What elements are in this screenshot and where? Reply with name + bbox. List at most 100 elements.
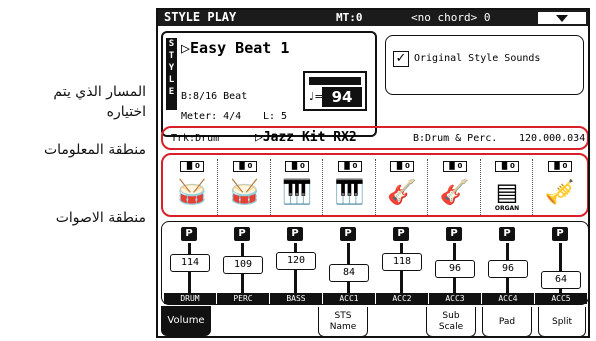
sound-slot-6[interactable]: ▐▌0 🎸 (430, 159, 481, 215)
channel-label: ACC1 (323, 293, 375, 304)
drum-kit-icon: 🥁 (177, 178, 207, 206)
tab-split[interactable]: Split (538, 307, 586, 336)
style-letter: T (168, 51, 175, 61)
sounds-area: ▐▌0 🥁 ▐▌0 🥁 ▐▌0 🎹 ▐▌0 🎹 ▐▌0 🎸 ▐▌0 🎸 ▐▌0 ▤ ORGAN ▐▌0 🎺 (161, 153, 588, 217)
play-button[interactable]: P (499, 227, 515, 241)
metronome-indicator: MT:0 (336, 11, 363, 24)
volume-fader[interactable]: 96 (488, 260, 528, 278)
channel-label: PERC (217, 293, 269, 304)
guitar-icon: 🎸 (387, 178, 417, 206)
annotation-line-1: المسار الذي يتم (53, 84, 146, 100)
track-name: Trk:Drum (171, 133, 220, 144)
play-button[interactable]: P (287, 227, 303, 241)
sound-bank: B:Drum & Perc. (413, 133, 498, 144)
tab-pad[interactable]: Pad (482, 307, 532, 336)
tab-label-line: STS (334, 311, 352, 321)
channel-strip-acc4: P 96 ACC4 (482, 225, 534, 304)
channel-label: BASS (270, 293, 322, 304)
sound-slot-3[interactable]: ▐▌0 🎹 (272, 159, 323, 215)
style-letter: Y (168, 63, 175, 73)
mute-indicator[interactable]: ▐▌0 (232, 161, 257, 172)
drum-kit-icon: 🥁 (229, 178, 260, 206)
volume-fader[interactable]: 118 (382, 253, 422, 271)
channel-label: ACC2 (376, 293, 428, 304)
checkmark-icon: ✓ (395, 51, 407, 66)
original-style-sounds-checkbox[interactable]: ✓ (393, 51, 409, 67)
volume-fader[interactable]: 114 (170, 254, 210, 272)
volume-fader[interactable]: 120 (276, 252, 316, 270)
tab-label-line: Scale (438, 322, 464, 332)
mute-indicator[interactable]: ▐▌0 (285, 161, 309, 172)
piano-icon: 🎹 (334, 178, 365, 206)
guitar-icon: 🎸 (439, 178, 470, 206)
style-beat: B:8/16 Beat (181, 91, 248, 102)
mute-indicator[interactable]: ▐▌0 (337, 161, 362, 172)
mode-title: STYLE PLAY (164, 10, 237, 24)
sound-slot-1[interactable]: ▐▌0 🥁 (167, 159, 218, 215)
beat-indicator (309, 77, 361, 85)
volume-fader[interactable]: 84 (329, 264, 369, 282)
page-menu-button[interactable] (538, 12, 586, 24)
tab-volume[interactable]: Volume (161, 306, 211, 336)
organ-icon: ▤ (495, 178, 519, 206)
original-style-sounds-label: Original Style Sounds (414, 53, 541, 64)
play-button[interactable]: P (234, 227, 250, 241)
play-button[interactable]: P (446, 227, 462, 241)
style-vertical-label: STYLE (166, 38, 177, 110)
style-length: L: 5 (263, 111, 288, 122)
chord-indicator: <no chord> 0 (411, 11, 491, 24)
tab-label-line: Name (329, 322, 357, 332)
sound-name[interactable]: ▷Jazz Kit RX2 (255, 130, 357, 145)
style-letter: S (168, 39, 175, 49)
tab-sub-scale[interactable]: Sub Scale (426, 307, 476, 336)
program-number: 120.000.034 (519, 133, 586, 144)
volume-fader[interactable]: 96 (435, 260, 475, 278)
brass-icon: 🎺 (544, 178, 575, 206)
bass-icon: 🎹 (282, 178, 312, 206)
mute-indicator[interactable]: ▐▌0 (495, 161, 519, 172)
info-area[interactable]: Trk:Drum ▷Jazz Kit RX2 B:Drum & Perc. 12… (161, 126, 588, 150)
tempo-value: 94 (322, 87, 362, 107)
tab-label-line: Sub (442, 311, 460, 321)
play-button[interactable]: P (552, 227, 568, 241)
sound-slot-4[interactable]: ▐▌0 🎹 (325, 159, 376, 215)
sound-slot-8[interactable]: ▐▌0 🎺 (535, 159, 585, 215)
top-bar: STYLE PLAY MT:0 <no chord> 0 (158, 10, 588, 26)
style-name[interactable]: ▷Easy Beat 1 (181, 39, 289, 57)
mixer-area: P 114 DRUM P 109 PERC P 120 BASS P 84 ACC1 P 118 ACC2 P… (161, 221, 588, 305)
annotation-line-2: اختياره (106, 104, 146, 120)
channel-strip-acc5: P 64 ACC5 (535, 225, 587, 304)
volume-fader[interactable]: 64 (541, 271, 581, 289)
style-box[interactable]: STYLE ▷Easy Beat 1 B:8/16 Beat Meter: 4/… (161, 31, 377, 137)
tab-sts-name[interactable]: STS Name (318, 307, 368, 336)
style-name-text: Easy Beat 1 (190, 39, 290, 57)
sound-slot-7[interactable]: ▐▌0 ▤ ORGAN (482, 159, 533, 215)
mute-indicator[interactable]: ▐▌0 (180, 161, 204, 172)
mute-indicator[interactable]: ▐▌0 (442, 161, 467, 172)
channel-strip-acc3: P 96 ACC3 (429, 225, 481, 304)
channel-strip-acc1: P 84 ACC1 (323, 225, 375, 304)
style-letter: E (168, 87, 175, 97)
mute-indicator[interactable]: ▐▌0 (547, 161, 572, 172)
instrument-label: ORGAN (494, 205, 520, 212)
style-letter: L (168, 75, 175, 85)
mute-indicator[interactable]: ▐▌0 (390, 161, 414, 172)
sound-slot-5[interactable]: ▐▌0 🎸 (377, 159, 428, 215)
original-style-sounds-box[interactable]: ✓ Original Style Sounds (385, 35, 584, 95)
channel-label: ACC5 (535, 293, 587, 304)
sound-slot-2[interactable]: ▐▌0 🥁 (220, 159, 271, 215)
sounds-area-annotation: منطقة الاصوات (55, 210, 146, 226)
play-button[interactable]: P (393, 227, 409, 241)
play-button[interactable]: P (340, 227, 356, 241)
tempo-display[interactable]: ♩= 94 (303, 71, 367, 111)
channel-label: DRUM (164, 293, 216, 304)
channel-strip-bass: P 120 BASS (270, 225, 322, 304)
style-play-screen: STYLE PLAY MT:0 <no chord> 0 STYLE ▷Easy… (156, 8, 590, 338)
channel-strip-acc2: P 118 ACC2 (376, 225, 428, 304)
channel-strip-drum: P 114 DRUM (164, 225, 216, 304)
volume-fader[interactable]: 109 (223, 255, 263, 274)
channel-strip-perc: P 109 PERC (217, 225, 269, 304)
chevron-down-icon (556, 15, 568, 22)
style-meter: Meter: 4/4 (181, 111, 242, 122)
play-button[interactable]: P (181, 227, 197, 241)
